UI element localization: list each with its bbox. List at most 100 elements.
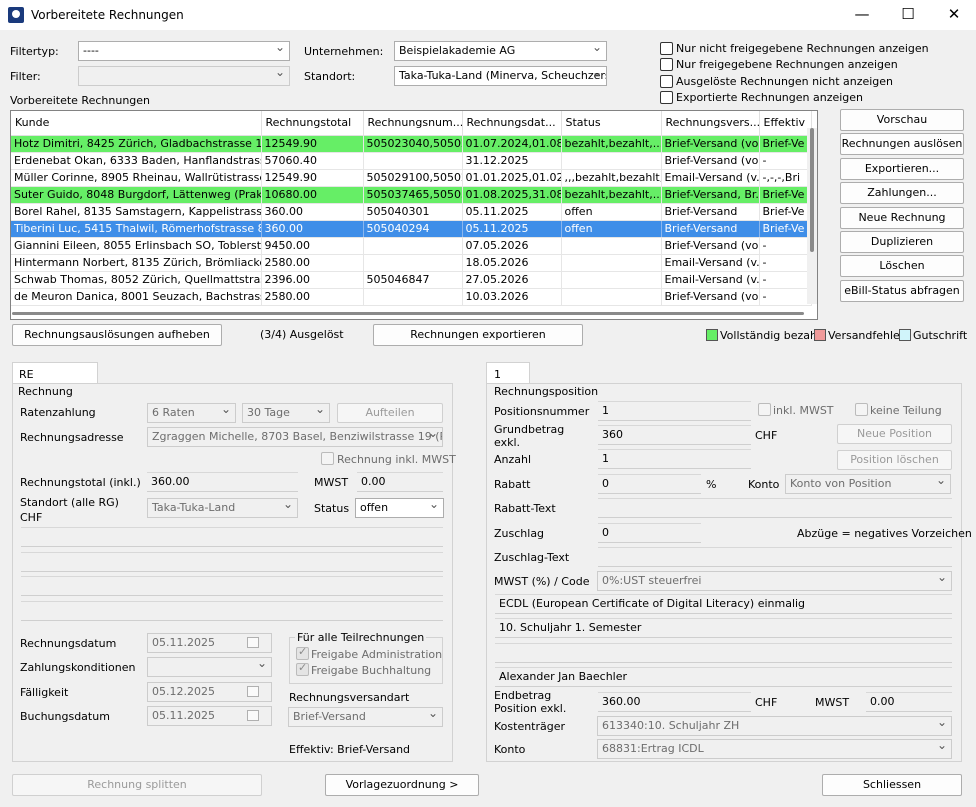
column-header[interactable]: Effektiv bbox=[759, 111, 812, 136]
legend-credit: Gutschrift bbox=[913, 329, 968, 342]
column-header[interactable]: Rechnungsvers... bbox=[661, 111, 760, 136]
table-row[interactable]: Erdenebat Okan, 6333 Baden, Hanflandstra… bbox=[11, 152, 812, 170]
table-cell: 505040301 bbox=[363, 203, 463, 221]
scrollbar-thumb[interactable] bbox=[810, 128, 814, 252]
minimize-button[interactable]: — bbox=[847, 4, 877, 26]
anzahl-field[interactable]: 1 bbox=[598, 449, 751, 469]
mwst-code-select[interactable]: 0%:UST steuerfrei bbox=[597, 571, 952, 591]
checkbox-exportierte[interactable] bbox=[660, 91, 673, 104]
table-row[interactable]: Hintermann Norbert, 8135 Zürich, Brömlia… bbox=[11, 254, 812, 272]
schliessen-button[interactable]: Schliessen bbox=[822, 774, 962, 796]
calendar-icon[interactable] bbox=[247, 710, 259, 721]
position-loeschen-button[interactable]: Position löschen bbox=[837, 450, 952, 470]
keine-teilung-checkbox[interactable] bbox=[855, 403, 868, 416]
column-header[interactable]: Rechnungsnum... bbox=[363, 111, 463, 136]
kostentraeger-select[interactable]: 613340:10. Schuljahr ZH bbox=[597, 716, 952, 736]
aufteilen-button[interactable]: Aufteilen bbox=[337, 403, 443, 423]
column-header[interactable]: Kunde bbox=[11, 111, 262, 136]
table-cell: 505037465,50503... bbox=[363, 186, 463, 204]
position-text-4[interactable]: Alexander Jan Baechler bbox=[495, 667, 952, 687]
grundbetrag-field[interactable]: 360 bbox=[598, 425, 751, 445]
neue-position-button[interactable]: Neue Position bbox=[837, 424, 952, 444]
tage-select[interactable]: 30 Tage bbox=[242, 403, 330, 423]
loeschen-button[interactable]: Löschen bbox=[840, 255, 964, 277]
legend-error-swatch bbox=[814, 329, 826, 341]
konto2-select[interactable]: 68831:Ertrag ICDL bbox=[597, 739, 952, 759]
table-row[interactable]: Schwab Thomas, 8052 Zürich, Quellmattstr… bbox=[11, 271, 812, 289]
konto-select[interactable]: Konto von Position bbox=[785, 474, 951, 494]
zuschlag-text-field[interactable] bbox=[598, 547, 952, 567]
rechnung-splitten-button[interactable]: Rechnung splitten bbox=[12, 774, 262, 796]
rechnung-inkl-mwst-checkbox[interactable] bbox=[321, 452, 334, 465]
table-cell: Brief-Versand (vo... bbox=[661, 152, 760, 170]
rechnungen-ausloesen-button[interactable]: Rechnungen auslösen bbox=[840, 133, 964, 155]
table-cell: 505046847 bbox=[363, 271, 463, 289]
vorlagezuordnung-button[interactable]: Vorlagezuordnung > bbox=[325, 774, 479, 796]
position-text-3[interactable] bbox=[495, 643, 952, 663]
unternehmen-select[interactable]: Beispielakademie AG bbox=[394, 41, 607, 61]
table-vertical-scrollbar[interactable] bbox=[807, 128, 817, 304]
zahlungen-button[interactable]: Zahlungen... bbox=[840, 182, 964, 204]
rabatt-label: Rabatt bbox=[494, 478, 531, 491]
freigabe-administration-checkbox[interactable] bbox=[296, 645, 309, 660]
tab-position[interactable]: 1 bbox=[486, 362, 530, 384]
rechnungsadresse-label: Rechnungsadresse bbox=[20, 431, 124, 444]
table-row[interactable]: Hotz Dimitri, 8425 Zürich, Gladbachstras… bbox=[11, 135, 812, 153]
maximize-button[interactable]: ☐ bbox=[893, 4, 923, 26]
raten-select[interactable]: 6 Raten bbox=[147, 403, 236, 423]
neue-rechnung-button[interactable]: Neue Rechnung bbox=[840, 207, 964, 229]
ausloesungen-aufheben-button[interactable]: Rechnungsauslösungen aufheben bbox=[12, 324, 222, 346]
column-header[interactable]: Rechnungsdat... bbox=[462, 111, 562, 136]
zahlungskonditionen-select[interactable] bbox=[147, 657, 272, 677]
table-cell: bezahlt,bezahlt,... bbox=[561, 186, 662, 204]
calendar-icon[interactable] bbox=[247, 637, 259, 648]
teilrechnungen-title: Für alle Teilrechnungen bbox=[295, 631, 427, 644]
calendar-icon[interactable] bbox=[247, 686, 259, 697]
table-horizontal-scrollbar[interactable] bbox=[12, 312, 804, 315]
table-row[interactable]: Suter Guido, 8048 Burgdorf, Lättenweg (P… bbox=[11, 186, 812, 204]
zuschlag-field[interactable]: 0 bbox=[598, 523, 701, 543]
table-row[interactable]: de Meuron Danica, 8001 Seuzach, Bachstra… bbox=[11, 288, 812, 306]
checkbox-freigegeben[interactable] bbox=[660, 58, 673, 71]
standort-select[interactable]: Taka-Tuka-Land bbox=[147, 498, 298, 518]
ebill-status-button[interactable]: eBill-Status abfragen bbox=[840, 280, 964, 302]
legend-paid: Vollständig bezahlt bbox=[720, 329, 825, 342]
column-header[interactable]: Status bbox=[561, 111, 662, 136]
status-label: Status bbox=[314, 502, 350, 515]
duplizieren-button[interactable]: Duplizieren bbox=[840, 231, 964, 253]
positionsnummer-field[interactable]: 1 bbox=[598, 401, 751, 421]
freigabe-buchhaltung-checkbox[interactable] bbox=[296, 661, 309, 676]
versandart-select[interactable]: Brief-Versand bbox=[288, 707, 443, 727]
rabatt-field[interactable]: 0 bbox=[598, 474, 701, 494]
vorschau-button[interactable]: Vorschau bbox=[840, 109, 964, 131]
table-row[interactable]: Borel Rahel, 8135 Samstagern, Kappelistr… bbox=[11, 203, 812, 221]
triggered-count: (3/4) Ausgelöst bbox=[260, 328, 344, 341]
checkbox-ausgeloeste[interactable] bbox=[660, 75, 673, 88]
column-header[interactable]: Rechnungstotal bbox=[261, 111, 364, 136]
table-cell: Müller Corinne, 8905 Rheinau, Wallrütist… bbox=[11, 169, 262, 187]
filtertyp-select[interactable]: ---- bbox=[78, 41, 290, 61]
table-row[interactable]: Tiberini Luc, 5415 Thalwil, Römerhofstra… bbox=[11, 220, 812, 238]
close-button[interactable]: ✕ bbox=[939, 4, 969, 26]
inkl-mwst-checkbox[interactable] bbox=[758, 403, 771, 416]
table-cell: Hintermann Norbert, 8135 Zürich, Brömlia… bbox=[11, 254, 262, 272]
checkbox-nicht-freigegeben[interactable] bbox=[660, 42, 673, 55]
table-row[interactable]: Müller Corinne, 8905 Rheinau, Wallrütist… bbox=[11, 169, 812, 187]
table-cell: 2396.00 bbox=[261, 271, 364, 289]
standort-select[interactable]: Taka-Tuka-Land (Minerva, Scheuchzers bbox=[394, 66, 607, 86]
filter-select[interactable] bbox=[78, 66, 290, 86]
status-select[interactable]: offen bbox=[355, 498, 444, 518]
exportieren-button[interactable]: Exportieren... bbox=[840, 158, 964, 180]
table-cell: 18.05.2026 bbox=[462, 254, 562, 272]
invoices-table[interactable]: Kunde Rechnungstotal Rechnungsnum... Rechnu… bbox=[10, 110, 818, 320]
position-text-1[interactable]: ECDL (European Certificate of Digital Li… bbox=[495, 594, 952, 614]
rechnungen-exportieren-button[interactable]: Rechnungen exportieren bbox=[373, 324, 583, 346]
rabatt-text-field[interactable] bbox=[598, 498, 952, 518]
versandart-label: Rechnungsversandart bbox=[289, 691, 410, 704]
tab-invoice[interactable]: RE 505040294 bbox=[12, 362, 98, 394]
position-text-2[interactable]: 10. Schuljahr 1. Semester bbox=[495, 618, 952, 638]
table-row[interactable]: Giannini Eileen, 8055 Erlinsbach SO, Tob… bbox=[11, 237, 812, 255]
rechnungsdatum-label: Rechnungsdatum bbox=[20, 637, 117, 650]
rechnungsadresse-select[interactable]: Zgraggen Michelle, 8703 Basel, Benziwils… bbox=[147, 427, 443, 447]
table-cell: Borel Rahel, 8135 Samstagern, Kappelistr… bbox=[11, 203, 262, 221]
